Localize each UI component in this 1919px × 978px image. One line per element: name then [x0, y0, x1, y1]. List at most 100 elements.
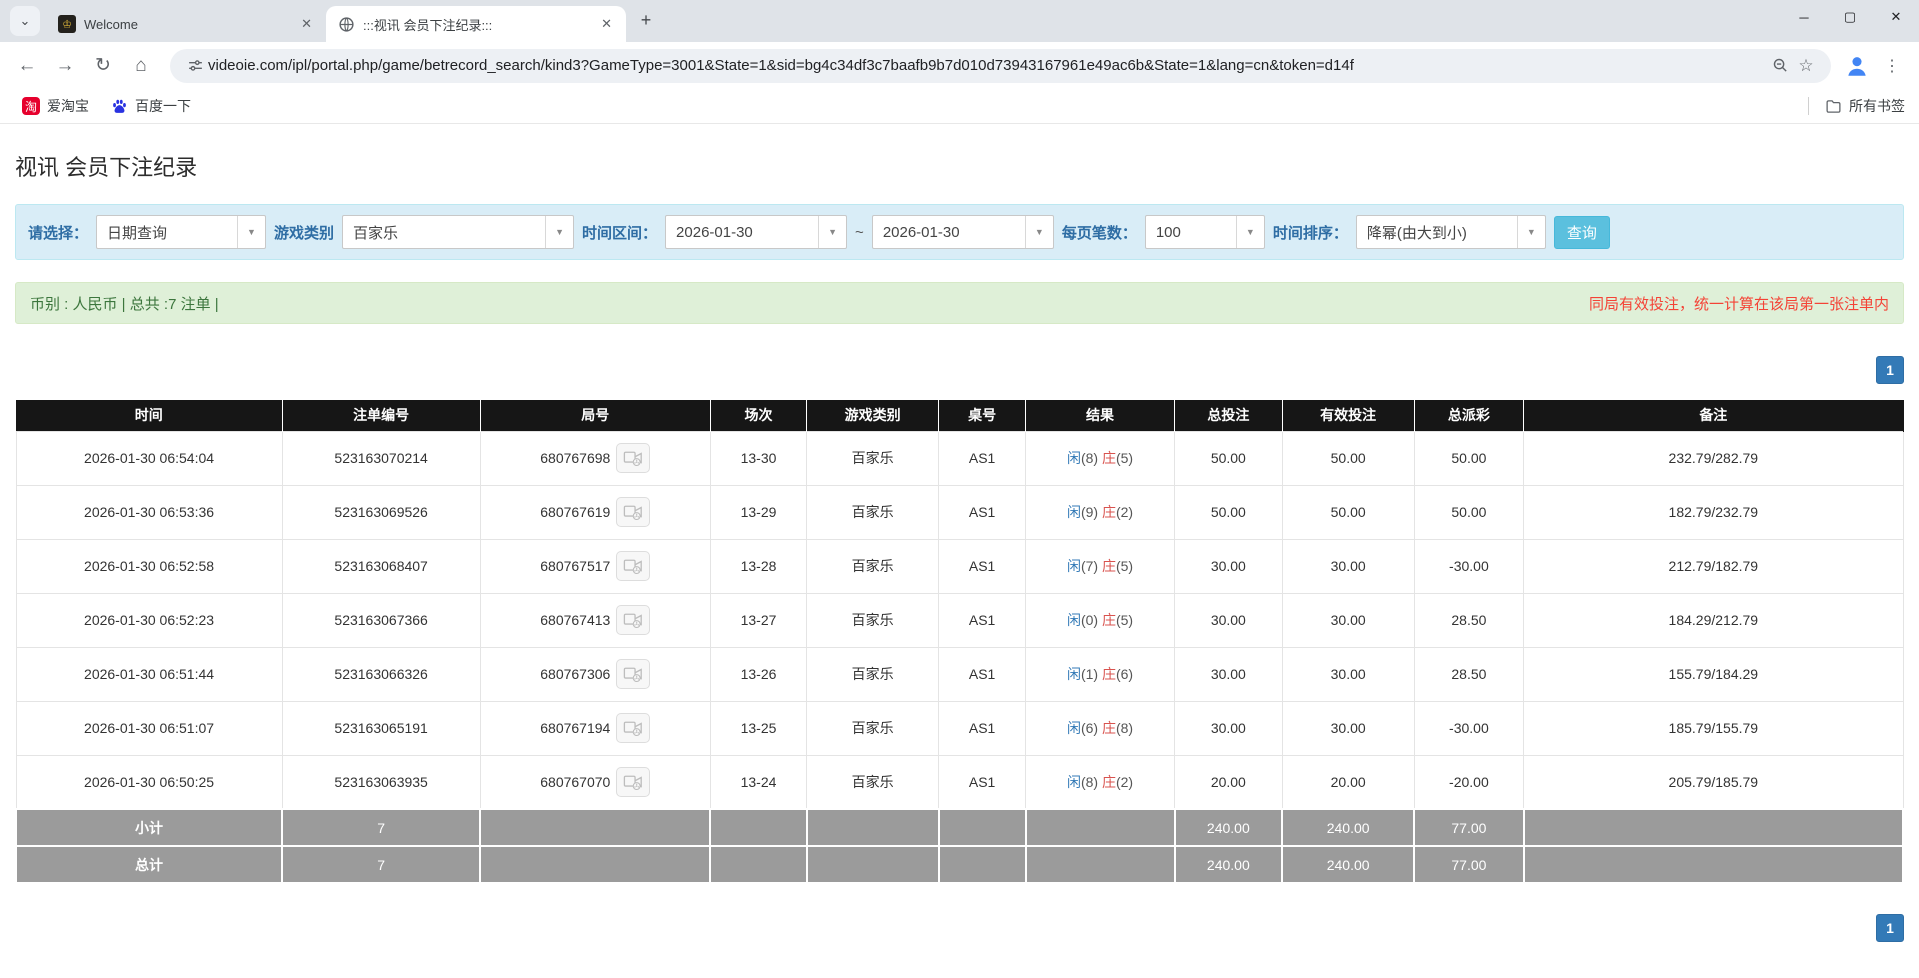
site-settings-icon[interactable]	[182, 53, 208, 79]
cell-valid-bet: 30.00	[1282, 539, 1414, 593]
cell-total-bet: 30.00	[1175, 647, 1283, 701]
page-title: 视讯 会员下注纪录	[15, 150, 1904, 182]
video-replay-button[interactable]	[616, 497, 650, 527]
cell-round: 680767698	[480, 431, 710, 485]
cell-total-bet: 30.00	[1175, 701, 1283, 755]
query-button[interactable]: 查询	[1554, 216, 1610, 249]
page-content: 视讯 会员下注纪录 请选择： 日期查询 ▼ 游戏类别 百家乐 ▼ 时间区间： 2…	[0, 150, 1919, 942]
bookmark-aitaobao[interactable]: 淘 爱淘宝	[14, 92, 97, 120]
query-mode-value: 日期查询	[97, 222, 237, 243]
footer-valid-bet: 240.00	[1282, 846, 1414, 883]
cell-round: 680767194	[480, 701, 710, 755]
forward-button[interactable]: →	[48, 49, 82, 83]
window-maximize-button[interactable]: ▢	[1827, 0, 1873, 34]
welcome-favicon-icon: ♔	[58, 15, 76, 33]
cell-payout: -30.00	[1414, 701, 1523, 755]
cell-note: 212.79/182.79	[1524, 539, 1903, 593]
bookmarks-divider	[1808, 97, 1809, 115]
tab-welcome[interactable]: ♔ Welcome ✕	[46, 6, 326, 42]
cell-note: 185.79/155.79	[1524, 701, 1903, 755]
round-number: 680767070	[540, 774, 610, 790]
video-replay-button[interactable]	[616, 767, 650, 797]
cell-time: 2026-01-30 06:54:04	[16, 431, 282, 485]
video-replay-button[interactable]	[616, 443, 650, 473]
cell-game-type: 百家乐	[807, 539, 939, 593]
bookmark-star-icon[interactable]: ☆	[1793, 53, 1819, 79]
game-type-select[interactable]: 百家乐 ▼	[342, 215, 574, 249]
pagination-bottom: 1	[15, 914, 1904, 942]
tab-title: :::视讯 会员下注纪录:::	[363, 15, 589, 34]
footer-valid-bet: 240.00	[1282, 809, 1414, 846]
window-minimize-button[interactable]: ─	[1781, 0, 1827, 34]
cell-valid-bet: 20.00	[1282, 755, 1414, 809]
summary-bar: 币别 : 人民币 | 总共 :7 注单 | 同局有效投注，统一计算在该局第一张注…	[15, 282, 1904, 324]
footer-label: 小计	[16, 809, 282, 846]
tab-close-icon[interactable]: ✕	[597, 14, 616, 34]
page-size-select[interactable]: 100 ▼	[1145, 215, 1265, 249]
new-tab-button[interactable]: +	[632, 6, 660, 34]
cell-valid-bet: 30.00	[1282, 701, 1414, 755]
pagination-page-1[interactable]: 1	[1876, 356, 1904, 384]
result-player: 闲(8)	[1067, 774, 1098, 790]
cell-round: 680767517	[480, 539, 710, 593]
column-header: 注单编号	[282, 400, 480, 431]
tab-strip: ⌄ ♔ Welcome ✕ :::视讯 会员下注纪录::: ✕ + ─ ▢ ✕	[0, 0, 1919, 42]
cell-round: 680767413	[480, 593, 710, 647]
footer-count: 7	[282, 846, 480, 883]
cell-table-no: AS1	[939, 485, 1026, 539]
table-row: 2026-01-30 06:54:04523163070214680767698…	[16, 431, 1903, 485]
refresh-button[interactable]: ↻	[86, 49, 120, 83]
column-header: 总派彩	[1414, 400, 1523, 431]
date-to-select[interactable]: 2026-01-30 ▼	[872, 215, 1054, 249]
page-size-value: 100	[1146, 224, 1236, 241]
cell-result: 闲(7) 庄(5)	[1026, 539, 1175, 593]
round-number: 680767306	[540, 666, 610, 682]
table-row: 2026-01-30 06:52:58523163068407680767517…	[16, 539, 1903, 593]
profile-avatar[interactable]	[1843, 52, 1871, 80]
pagination-page-1[interactable]: 1	[1876, 914, 1904, 942]
address-bar[interactable]: videoie.com/ipl/portal.php/game/betrecor…	[170, 49, 1831, 83]
result-banker: 庄(5)	[1102, 558, 1133, 574]
cell-payout: -30.00	[1414, 539, 1523, 593]
table-row: 2026-01-30 06:51:07523163065191680767194…	[16, 701, 1903, 755]
browser-menu-icon[interactable]: ⋮	[1875, 49, 1909, 83]
cell-payout: 28.50	[1414, 593, 1523, 647]
video-replay-button[interactable]	[616, 551, 650, 581]
date-range-label: 时间区间：	[582, 222, 657, 243]
bookmark-label: 百度一下	[135, 96, 191, 116]
bookmark-baidu[interactable]: 百度一下	[103, 92, 199, 120]
result-banker: 庄(6)	[1102, 666, 1133, 682]
summary-currency-count: 币别 : 人民币 | 总共 :7 注单 |	[30, 293, 219, 314]
column-header: 总投注	[1175, 400, 1283, 431]
round-number: 680767619	[540, 504, 610, 520]
round-number: 680767517	[540, 558, 610, 574]
tab-bet-records[interactable]: :::视讯 会员下注纪录::: ✕	[326, 6, 626, 42]
cell-bet-id: 523163065191	[282, 701, 480, 755]
footer-note	[1524, 846, 1903, 883]
table-row: 2026-01-30 06:50:25523163063935680767070…	[16, 755, 1903, 809]
chevron-down-icon: ▼	[237, 216, 265, 248]
home-button[interactable]: ⌂	[124, 49, 158, 83]
date-from-select[interactable]: 2026-01-30 ▼	[665, 215, 847, 249]
video-replay-button[interactable]	[616, 713, 650, 743]
sort-select[interactable]: 降幂(由大到小) ▼	[1356, 215, 1546, 249]
cell-session: 13-25	[710, 701, 806, 755]
video-replay-button[interactable]	[616, 605, 650, 635]
tab-close-icon[interactable]: ✕	[297, 14, 316, 34]
cell-round: 680767306	[480, 647, 710, 701]
query-mode-select[interactable]: 日期查询 ▼	[96, 215, 266, 249]
cell-round: 680767619	[480, 485, 710, 539]
cell-game-type: 百家乐	[807, 593, 939, 647]
all-bookmarks-button[interactable]: 所有书签	[1825, 96, 1905, 116]
footer-note	[1524, 809, 1903, 846]
window-close-button[interactable]: ✕	[1873, 0, 1919, 34]
cell-total-bet: 50.00	[1175, 485, 1283, 539]
taobao-icon: 淘	[22, 97, 40, 115]
back-button[interactable]: ←	[10, 49, 44, 83]
footer-game	[807, 809, 939, 846]
tab-search-chevron-icon[interactable]: ⌄	[10, 6, 40, 36]
footer-round	[480, 809, 710, 846]
zoom-icon[interactable]	[1767, 53, 1793, 79]
video-replay-button[interactable]	[616, 659, 650, 689]
result-banker: 庄(5)	[1102, 450, 1133, 466]
